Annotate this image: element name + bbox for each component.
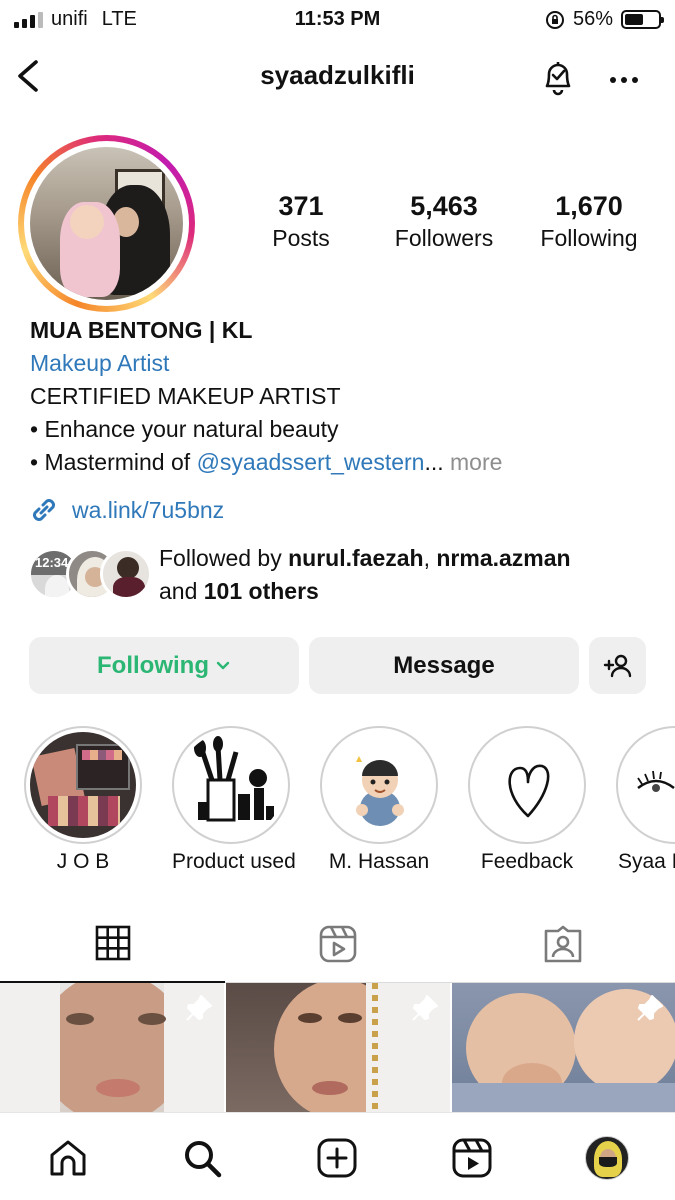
highlight-m-hassan[interactable]: M. Hassan xyxy=(320,726,438,874)
tab-reels[interactable] xyxy=(225,905,450,983)
followers-count: 5,463 xyxy=(410,191,478,221)
search-icon xyxy=(185,1141,222,1178)
profile-category: Makeup Artist xyxy=(30,350,170,376)
profile-avatar-small xyxy=(585,1136,629,1180)
grid-icon xyxy=(95,925,130,961)
nav-search[interactable] xyxy=(177,1133,227,1183)
nav-home[interactable] xyxy=(43,1133,93,1183)
followed-by-text: Followed by nurul.faezah, nrma.azman and… xyxy=(159,545,571,604)
highlight-syaa-m-label: Syaa M xyxy=(618,850,675,873)
bio-line-2: • Enhance your natural beauty xyxy=(30,416,339,442)
highlight-syaa-m[interactable]: Syaa M xyxy=(616,726,675,874)
posts-count: 371 xyxy=(278,191,324,221)
highlight-job-cover xyxy=(30,732,136,838)
orientation-lock-icon xyxy=(545,10,564,29)
profile-avatar xyxy=(30,147,183,300)
post-thumbnail[interactable] xyxy=(452,983,675,1112)
tab-tagged[interactable] xyxy=(450,905,675,983)
profile-bio: MUA BENTONG | KL Makeup Artist CERTIFIED… xyxy=(30,314,650,479)
stat-posts[interactable]: 371 Posts xyxy=(255,190,347,254)
bottom-navigation xyxy=(0,1112,675,1200)
posts-label: Posts xyxy=(272,225,330,251)
highlight-feedback-cover xyxy=(474,732,580,838)
highlight-job[interactable]: J O B xyxy=(24,726,142,874)
post-thumbnail[interactable] xyxy=(0,983,224,1112)
pinned-post-icon xyxy=(186,995,212,1021)
following-button-label: Following xyxy=(97,651,209,679)
highlight-m-hassan-cover xyxy=(326,732,432,838)
highlight-product-used[interactable]: Product used xyxy=(172,726,296,874)
baby-cartoon-icon xyxy=(356,756,404,826)
stat-following[interactable]: 1,670 Following xyxy=(530,190,648,254)
add-user-icon xyxy=(603,654,631,677)
link-icon xyxy=(33,499,55,521)
highlight-feedback[interactable]: Feedback xyxy=(468,726,586,874)
eye-lash-icon xyxy=(637,770,675,792)
heart-icon xyxy=(508,764,550,818)
post-thumbnail[interactable] xyxy=(226,983,450,1112)
nav-reels[interactable] xyxy=(447,1133,497,1183)
bio-mention-link[interactable]: @syaadssert_western xyxy=(197,449,425,475)
message-button[interactable]: Message xyxy=(309,637,579,694)
makeup-brushes-icon xyxy=(194,736,274,822)
bio-line-1: CERTIFIED MAKEUP ARTIST xyxy=(30,383,341,409)
highlight-product-used-cover xyxy=(178,732,284,838)
mutual-avatar-3 xyxy=(100,548,152,600)
followed-by-row[interactable]: 12:34 Followed by nurul.faezah, nrma.azm… xyxy=(28,542,648,608)
nav-profile[interactable] xyxy=(582,1133,632,1183)
followers-label: Followers xyxy=(394,225,494,251)
home-icon xyxy=(50,1140,86,1176)
battery-percent: 56% xyxy=(572,8,613,30)
tab-posts-grid[interactable] xyxy=(0,905,225,983)
create-icon xyxy=(317,1138,357,1178)
following-button[interactable]: Following xyxy=(29,637,299,694)
suggested-users-button[interactable] xyxy=(589,637,646,694)
status-bar: unifi LTE 11:53 PM 56% xyxy=(0,0,675,40)
bio-more-button[interactable]: more xyxy=(450,449,502,475)
tagged-icon xyxy=(544,925,581,963)
following-count: 1,670 xyxy=(555,191,623,221)
notifications-button[interactable] xyxy=(538,54,578,98)
nav-create[interactable] xyxy=(312,1133,362,1183)
chevron-down-icon xyxy=(216,661,230,669)
highlight-product-used-label: Product used xyxy=(172,850,296,873)
posts-grid xyxy=(0,983,675,1112)
more-options-icon xyxy=(610,77,638,83)
profile-content-tabs xyxy=(0,905,675,983)
pinned-post-icon xyxy=(412,995,438,1021)
battery-icon xyxy=(621,10,664,29)
reels-icon xyxy=(452,1138,492,1178)
highlight-syaa-m-cover xyxy=(622,732,675,838)
battery-fill xyxy=(625,14,643,25)
pinned-post-icon xyxy=(637,995,663,1021)
stat-followers[interactable]: 5,463 Followers xyxy=(385,190,503,254)
website-link[interactable]: wa.link/7u5bnz xyxy=(28,494,224,526)
highlight-m-hassan-label: M. Hassan xyxy=(328,850,430,873)
more-options-button[interactable] xyxy=(604,54,644,98)
following-label: Following xyxy=(540,225,638,251)
profile-avatar-story-ring[interactable] xyxy=(18,135,195,312)
message-button-label: Message xyxy=(393,651,495,679)
reels-icon xyxy=(319,925,356,963)
highlight-feedback-label: Feedback xyxy=(480,850,574,873)
profile-header: syaadzulkifli xyxy=(0,48,675,104)
notification-bell-icon xyxy=(545,62,571,96)
bio-line-3: • Mastermind of @syaadssert_western... m… xyxy=(30,449,503,475)
website-link-text: wa.link/7u5bnz xyxy=(72,496,225,523)
status-right: 56% xyxy=(545,8,664,31)
display-name: MUA BENTONG | KL xyxy=(30,317,253,343)
highlight-job-label: J O B xyxy=(56,850,110,873)
